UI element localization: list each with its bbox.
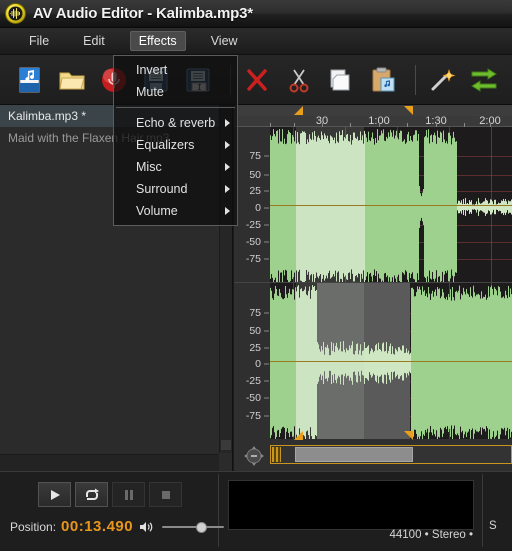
volume-thumb[interactable] xyxy=(196,521,208,533)
sidebar-horizontal-scrollbar[interactable] xyxy=(0,454,219,471)
channel-left-amplitude-scale: 75 50 25 0 -25 -50 -75 xyxy=(234,127,270,282)
menu-item-label: Volume xyxy=(136,204,178,218)
channel-left-zero-line xyxy=(270,204,512,206)
cut-button[interactable] xyxy=(281,60,317,100)
menu-item-mute[interactable]: Mute xyxy=(114,81,237,103)
loop-button[interactable] xyxy=(75,482,108,507)
menu-item-label: Echo & reverb xyxy=(136,116,216,130)
volume-slider[interactable] xyxy=(162,521,225,533)
channel-right[interactable]: 75 50 25 0 -25 -50 -75 xyxy=(234,283,512,439)
menu-item-label: Mute xyxy=(136,85,164,99)
channel-right-zero-line xyxy=(270,361,512,362)
scrollbar-grip[interactable] xyxy=(272,447,281,462)
scale-label-25: 25 xyxy=(249,341,261,354)
position-display: Position: 00:13.490 xyxy=(10,518,225,535)
menu-item-label: Equalizers xyxy=(136,138,195,152)
scale-label-neg75: -75 xyxy=(245,252,261,265)
channel-right-amplitude-scale: 75 50 25 0 -25 -50 -75 xyxy=(234,283,270,439)
scale-label-0: 0 xyxy=(255,358,261,371)
channel-left[interactable]: 75 50 25 0 -25 -50 -75 xyxy=(234,127,512,283)
scale-label-neg75: -75 xyxy=(245,409,261,422)
player-bar: Position: 00:13.490 44100 • Stereo • S xyxy=(0,471,512,551)
delete-button[interactable] xyxy=(239,60,275,100)
editor-horizontal-scrollbar[interactable] xyxy=(270,445,512,464)
player-right-panel: S xyxy=(482,474,512,547)
scale-label-75: 75 xyxy=(249,306,261,319)
visualizer-panel: 44100 • Stereo • xyxy=(228,480,474,541)
menu-file[interactable]: File xyxy=(20,31,58,51)
editor-nav-strip xyxy=(234,431,512,471)
selection-start-marker[interactable] xyxy=(294,106,303,115)
av-audio-editor-window: AV Audio Editor - Kalimba.mp3* File Edit… xyxy=(0,0,512,551)
timeline-ruler[interactable]: 30 1:00 1:30 2:00 xyxy=(234,105,512,127)
selection-end-marker-bottom[interactable] xyxy=(404,431,413,440)
paste-button[interactable] xyxy=(365,60,401,100)
transport-controls xyxy=(38,482,186,507)
menu-item-label: Invert xyxy=(136,63,168,77)
menu-item-volume[interactable]: Volume xyxy=(114,200,237,222)
chevron-right-icon xyxy=(225,185,230,193)
waveform-editor: 30 1:00 1:30 2:00 75 50 25 0 -25 -50 -75… xyxy=(234,105,512,471)
play-button[interactable] xyxy=(38,482,71,507)
player-controls-panel: Position: 00:13.490 xyxy=(0,474,225,547)
position-label: Position: xyxy=(10,519,57,534)
speaker-volume-icon[interactable] xyxy=(139,520,155,534)
toolbar: I xyxy=(0,55,512,105)
menu-item-label: Misc xyxy=(136,160,162,174)
file-label: Kalimba.mp3 * xyxy=(8,109,87,123)
scale-label-50: 50 xyxy=(249,325,261,338)
menu-effects[interactable]: Effects xyxy=(129,31,186,51)
scale-label-50: 50 xyxy=(249,169,261,182)
new-file-button[interactable] xyxy=(12,60,48,100)
scale-label-0: 0 xyxy=(255,201,261,214)
scale-label-neg25: -25 xyxy=(245,218,261,231)
chevron-right-icon xyxy=(225,119,230,127)
selection-end-marker[interactable] xyxy=(404,106,413,115)
menu-item-surround[interactable]: Surround xyxy=(114,178,237,200)
magic-wand-button[interactable] xyxy=(424,60,460,100)
menu-item-label: Surround xyxy=(136,182,188,196)
scale-label-75: 75 xyxy=(249,150,261,163)
effects-dropdown-menu: Invert Mute Echo & reverb Equalizers Mis… xyxy=(113,55,238,226)
channel-left-waveform[interactable] xyxy=(270,127,512,282)
menu-item-equalizers[interactable]: Equalizers xyxy=(114,134,237,156)
waveform-circle-icon xyxy=(5,3,26,24)
stop-button[interactable] xyxy=(149,482,182,507)
menu-edit[interactable]: Edit xyxy=(74,31,114,51)
scale-label-25: 25 xyxy=(249,185,261,198)
open-folder-button[interactable] xyxy=(54,60,90,100)
menu-view[interactable]: View xyxy=(202,31,247,51)
menu-item-misc[interactable]: Misc xyxy=(114,156,237,178)
ruler-ticks: 30 1:00 1:30 2:00 xyxy=(234,115,512,127)
audio-format-status: 44100 • Stereo • xyxy=(389,529,474,541)
chevron-right-icon xyxy=(225,207,230,215)
editor-scroll-thumb[interactable] xyxy=(295,447,413,462)
scale-label-neg50: -50 xyxy=(245,235,261,248)
position-value: 00:13.490 xyxy=(61,518,134,535)
titlebar: AV Audio Editor - Kalimba.mp3* xyxy=(0,0,512,28)
selection-start-marker-bottom[interactable] xyxy=(294,431,303,440)
channel-right-waveform[interactable] xyxy=(270,283,512,439)
menubar: File Edit Effects View xyxy=(0,28,512,55)
menu-separator xyxy=(116,107,235,108)
undo-button[interactable] xyxy=(466,60,502,100)
window-title: AV Audio Editor - Kalimba.mp3* xyxy=(33,5,253,22)
menu-item-invert[interactable]: Invert xyxy=(114,59,237,81)
chevron-right-icon xyxy=(225,163,230,171)
visualizer-screen[interactable] xyxy=(228,480,474,530)
scale-label-neg50: -50 xyxy=(245,392,261,405)
chevron-right-icon xyxy=(225,141,230,149)
player-edge-text: S xyxy=(489,520,497,532)
scale-label-neg25: -25 xyxy=(245,375,261,388)
copy-button[interactable] xyxy=(323,60,359,100)
menu-item-echo-reverb[interactable]: Echo & reverb xyxy=(114,112,237,134)
pause-button[interactable] xyxy=(112,482,145,507)
waveform-channels: 75 50 25 0 -25 -50 -75 75 50 25 0 -25 -5… xyxy=(234,127,512,439)
sidebar-resize-corner[interactable] xyxy=(221,440,231,450)
zoom-nav-knob[interactable] xyxy=(243,445,265,467)
toolbar-separator-2 xyxy=(415,64,416,95)
volume-track xyxy=(162,525,225,528)
